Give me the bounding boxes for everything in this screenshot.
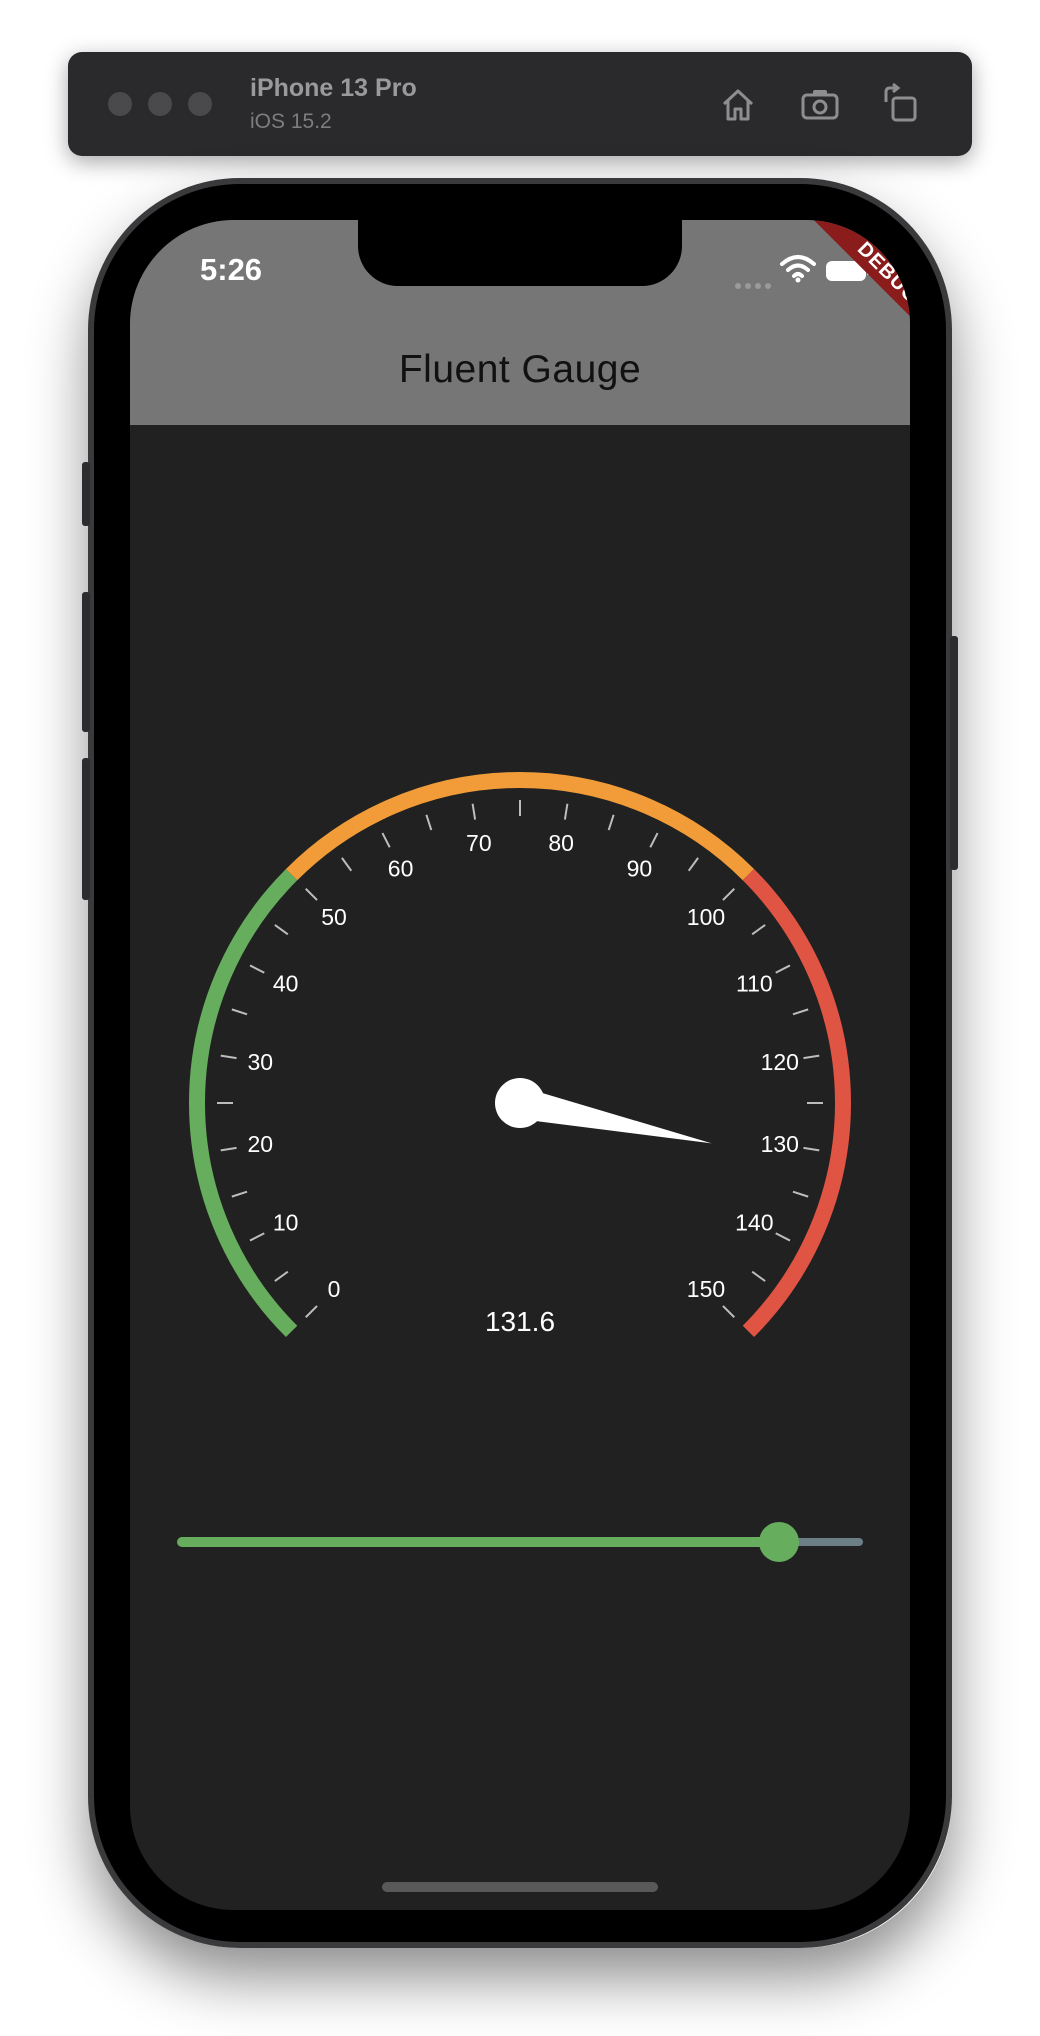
gauge-tick [231,1190,248,1198]
gauge-tick [607,814,615,831]
gauge-value: 131.6 [485,1306,555,1337]
gauge-range-2 [742,868,852,1338]
close-window-dot[interactable] [108,92,132,116]
home-icon[interactable] [716,82,760,126]
gauge-tick-label: 100 [687,904,725,930]
gauge-slider[interactable] [177,1522,863,1562]
gauge-tick [649,832,659,848]
gauge-tick [803,1146,820,1152]
gauge-tick-label: 80 [548,830,574,856]
gauge-tick [425,814,433,831]
minimize-window-dot[interactable] [148,92,172,116]
gauge-tick [231,1008,248,1016]
gauge-tick-label: 50 [321,904,347,930]
gauge-tick-label: 150 [687,1276,725,1302]
rotate-icon[interactable] [878,82,922,126]
gauge-tick [381,832,391,848]
gauge-tick [274,924,289,936]
gauge-tick [305,888,318,901]
device-name: iPhone 13 Pro [250,74,417,102]
volume-up-button [82,592,90,732]
slider-thumb[interactable] [758,1522,799,1562]
gauge-tick [751,924,766,936]
gauge-tick [471,803,477,820]
gauge-tick-label: 90 [627,856,653,882]
gauge-tick [775,1232,791,1242]
gauge-range-1 [285,772,755,881]
volume-down-button [82,758,90,900]
gauge-tick [563,803,569,820]
gauge-tick-label: 0 [328,1276,341,1302]
gauge-tick [722,888,735,901]
gauge-tick-label: 140 [735,1209,773,1235]
gauge-tick-label: 40 [273,971,299,997]
gauge-range-0 [189,868,298,1338]
gauge-tick-label: 120 [761,1049,799,1075]
gauge-tick [803,1054,820,1060]
screenshot-icon[interactable] [798,82,842,126]
app-screen: Fluent Gauge 5:26 DEBUG 0 10 20 30 40 50 60 70 8… [130,220,910,1910]
gauge-tick [220,1146,237,1152]
slider-active-track[interactable] [177,1537,779,1547]
os-version: iOS 15.2 [250,110,332,133]
gauge-tick [249,964,265,974]
gauge-tick [722,1305,735,1318]
simulator-toolbar: iPhone 13 Pro iOS 15.2 [68,52,972,156]
gauge-tick [792,1008,809,1016]
gauge-tick-label: 70 [466,830,492,856]
mute-switch [82,462,90,526]
gauge-tick-label: 10 [273,1209,299,1235]
gauge-tick-label: 30 [247,1049,273,1075]
gauge-tick [249,1232,265,1242]
gauge-tick-label: 130 [761,1131,799,1157]
gauge-tick [775,964,791,974]
gauge-tick [751,1270,766,1282]
gauge-tick-label: 110 [736,971,773,997]
zoom-window-dot[interactable] [188,92,212,116]
gauge-tick [220,1054,237,1060]
gauge-tick-label: 60 [388,856,414,882]
gauge-tick-label: 20 [247,1131,273,1157]
gauge-tick [792,1190,809,1198]
gauge-needle-hub [495,1078,545,1128]
gauge-tick [687,857,699,872]
power-button [950,636,958,870]
gauge-tick [341,857,353,872]
speed-gauge: 0 10 20 30 40 50 60 70 80 90 100 110 120 130 140 150 131… [189,772,852,1338]
gauge-tick [305,1305,318,1318]
gauge-needle [516,1087,712,1144]
gauge-tick [274,1270,289,1282]
home-indicator [382,1882,658,1892]
